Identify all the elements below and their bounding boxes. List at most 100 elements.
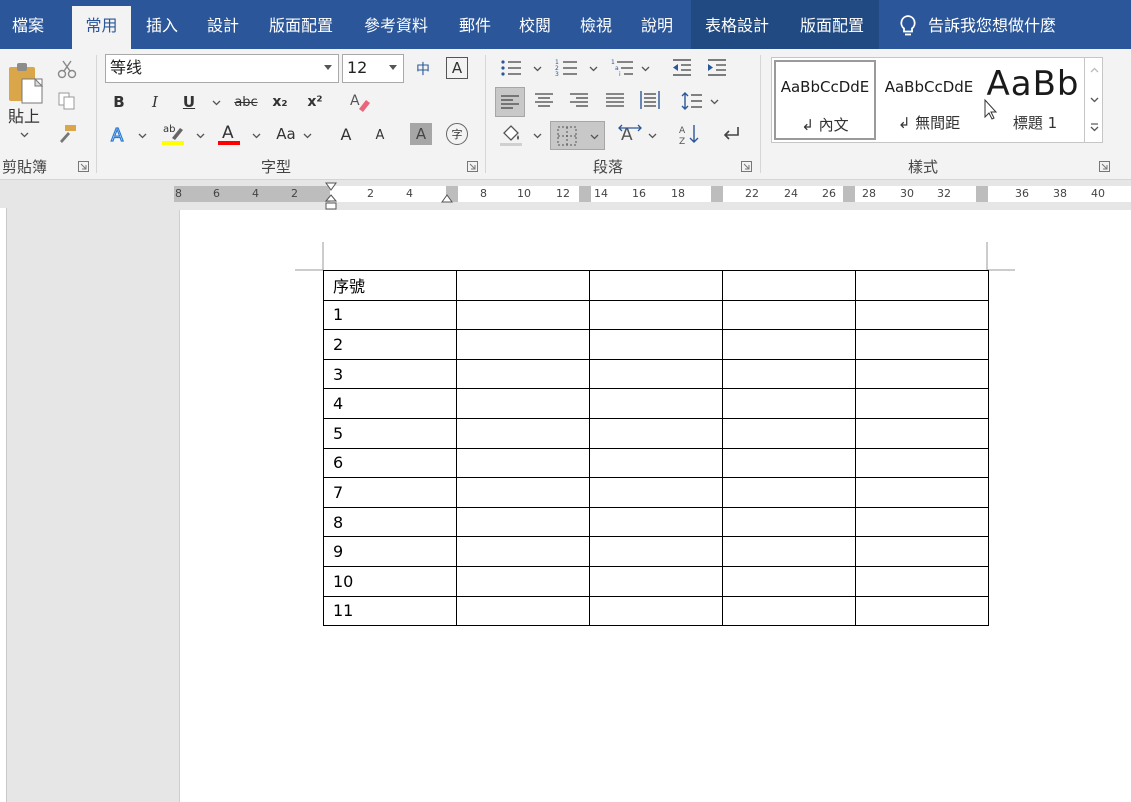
tab-layout[interactable]: 版面配置 [258, 6, 344, 49]
paste-dropdown-icon[interactable] [20, 132, 29, 138]
multilevel-dropdown-icon[interactable] [641, 66, 650, 72]
font-name-dropdown-icon[interactable] [324, 65, 332, 70]
change-case-button[interactable]: Aa [274, 123, 298, 145]
table-cell[interactable] [456, 388, 590, 419]
paragraph-launcher-icon[interactable] [741, 161, 752, 172]
table-cell[interactable]: 4 [323, 388, 457, 419]
document-page[interactable]: 序號 1 2 3 4 5 6 7 8 9 10 11 [179, 210, 1131, 802]
shrink-font-button[interactable]: A [368, 125, 392, 145]
table-cell[interactable] [855, 417, 989, 449]
text-effects-icon[interactable]: A [108, 123, 132, 145]
table-cell[interactable] [855, 536, 989, 567]
tab-home[interactable]: 常用 [72, 6, 131, 49]
phonetic-guide-icon[interactable]: 中 [412, 58, 434, 80]
subscript-button[interactable]: x₂ [268, 91, 292, 113]
underline-button[interactable]: U [178, 91, 200, 113]
decrease-indent-icon[interactable] [670, 57, 694, 79]
table-cell[interactable] [722, 270, 856, 301]
ruler-column-marker[interactable] [711, 186, 723, 202]
table-cell[interactable] [722, 477, 856, 508]
bold-button[interactable]: B [108, 91, 130, 113]
align-left-button[interactable] [495, 87, 525, 117]
table-cell[interactable]: 1 [323, 299, 457, 331]
ruler-column-marker[interactable] [976, 186, 988, 202]
table-cell[interactable] [589, 477, 723, 508]
table-cell[interactable] [456, 477, 590, 508]
font-size-dropdown-icon[interactable] [389, 65, 397, 70]
table-cell[interactable] [855, 299, 989, 331]
table-cell[interactable] [589, 565, 723, 597]
table-cell[interactable] [855, 595, 989, 627]
styles-more-icon[interactable] [1090, 123, 1099, 132]
table-cell[interactable] [589, 329, 723, 360]
table-cell[interactable]: 9 [323, 536, 457, 567]
tab-help[interactable]: 說明 [629, 6, 685, 49]
font-color-dropdown-icon[interactable] [252, 133, 261, 139]
table-cell[interactable] [855, 477, 989, 508]
text-effects-dropdown-icon[interactable] [138, 133, 147, 139]
ruler-column-marker[interactable] [843, 186, 855, 202]
table-cell[interactable]: 3 [323, 358, 457, 390]
table-cell[interactable] [589, 388, 723, 419]
style-normal[interactable]: AaBbCcDdE ↲ 內文 [774, 60, 876, 140]
numbering-dropdown-icon[interactable] [589, 66, 598, 72]
cut-icon[interactable] [56, 59, 78, 79]
font-size-combo[interactable]: 12 [342, 54, 404, 83]
table-cell[interactable] [456, 417, 590, 449]
tab-mailings[interactable]: 郵件 [447, 6, 503, 49]
table-cell[interactable] [722, 417, 856, 449]
paste-label[interactable]: 貼上 [4, 105, 44, 126]
table-cell[interactable] [456, 506, 590, 538]
table-cell[interactable] [722, 506, 856, 538]
tab-view[interactable]: 檢視 [568, 6, 624, 49]
table-cell[interactable] [589, 299, 723, 331]
sort-icon[interactable]: AZ [679, 123, 701, 145]
table-cell[interactable] [855, 565, 989, 597]
table-cell[interactable] [589, 536, 723, 567]
copy-icon[interactable] [56, 91, 78, 111]
table-cell[interactable] [855, 506, 989, 538]
tab-design[interactable]: 設計 [195, 6, 251, 49]
format-painter-icon[interactable] [56, 123, 78, 143]
table-cell[interactable] [589, 417, 723, 449]
font-name-combo[interactable]: 等线 [105, 54, 339, 83]
italic-button[interactable]: I [144, 91, 166, 113]
tab-insert[interactable]: 插入 [134, 6, 190, 49]
table-cell[interactable] [855, 329, 989, 360]
table-cell[interactable] [722, 299, 856, 331]
borders-button[interactable] [550, 121, 605, 150]
table-cell[interactable] [456, 358, 590, 390]
document-table[interactable]: 序號 1 2 3 4 5 6 7 8 9 10 11 [323, 270, 989, 627]
align-center-icon[interactable] [535, 93, 553, 107]
tab-references[interactable]: 參考資料 [352, 6, 440, 49]
asian-layout-dropdown-icon[interactable] [648, 133, 657, 139]
asian-layout-icon[interactable]: A [618, 123, 642, 145]
bullets-dropdown-icon[interactable] [533, 66, 542, 72]
line-spacing-dropdown-icon[interactable] [710, 99, 719, 105]
numbering-icon[interactable]: 123 [555, 57, 579, 79]
tab-review[interactable]: 校閱 [507, 6, 563, 49]
table-cell[interactable] [456, 270, 590, 301]
table-cell[interactable] [589, 270, 723, 301]
tell-me-search[interactable]: 告訴我您想做什麼 [928, 6, 1078, 49]
character-shading-button[interactable]: A [410, 123, 432, 145]
paste-icon[interactable] [6, 61, 46, 107]
enclose-characters-button[interactable]: 字 [446, 123, 468, 145]
table-cell[interactable] [589, 358, 723, 390]
table-cell[interactable]: 2 [323, 329, 457, 360]
align-right-icon[interactable] [570, 93, 588, 107]
highlight-dropdown-icon[interactable] [196, 133, 205, 139]
table-cell[interactable] [589, 447, 723, 479]
highlight-color-icon[interactable]: ab [160, 121, 186, 147]
table-cell[interactable] [456, 447, 590, 479]
styles-up-icon[interactable] [1090, 67, 1099, 73]
character-border-icon[interactable]: A [446, 57, 468, 79]
multilevel-list-icon[interactable]: 1ai [611, 57, 635, 79]
tab-file[interactable]: 檔案 [0, 6, 56, 49]
shading-icon[interactable] [498, 123, 524, 147]
table-cell[interactable]: 序號 [323, 270, 457, 301]
grow-font-button[interactable]: A [334, 123, 358, 145]
table-cell[interactable] [722, 595, 856, 627]
table-cell[interactable] [456, 595, 590, 627]
right-indent-marker-icon[interactable] [441, 194, 453, 204]
